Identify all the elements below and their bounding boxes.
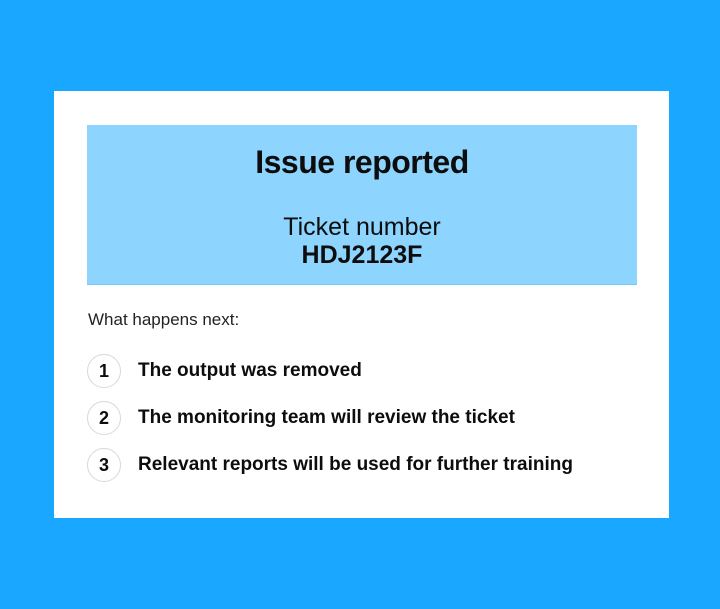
list-item: 3 Relevant reports will be used for furt…: [87, 447, 647, 483]
ticket-number-value: HDJ2123F: [301, 241, 423, 269]
step-text: The output was removed: [138, 360, 362, 381]
next-steps-label: What happens next:: [88, 310, 240, 329]
ticket-number-label: Ticket number: [283, 213, 441, 241]
step-text: Relevant reports will be used for furthe…: [138, 454, 573, 475]
ticket-banner: Issue reported Ticket number HDJ2123F: [87, 125, 637, 285]
step-number-badge: 2: [87, 401, 121, 435]
issue-card: Issue reported Ticket number HDJ2123F Wh…: [54, 91, 669, 518]
step-text: The monitoring team will review the tick…: [138, 407, 515, 428]
list-item: 2 The monitoring team will review the ti…: [87, 400, 647, 436]
step-number-badge: 3: [87, 448, 121, 482]
page-title: Issue reported: [255, 144, 469, 180]
list-item: 1 The output was removed: [87, 353, 647, 389]
step-number-badge: 1: [87, 354, 121, 388]
next-steps-list: 1 The output was removed 2 The monitorin…: [87, 353, 647, 494]
